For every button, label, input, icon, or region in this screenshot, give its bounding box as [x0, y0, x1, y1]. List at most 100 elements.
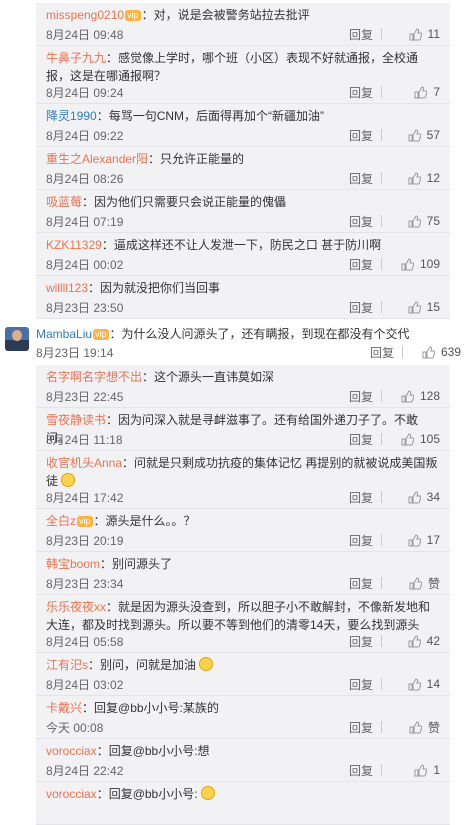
like-button[interactable]: 57: [392, 128, 440, 142]
reply-button[interactable]: 回复: [349, 532, 373, 549]
like-button[interactable]: 14: [392, 677, 440, 691]
reply-item: vorocciax：回复@bb小小号:: [36, 782, 450, 825]
reply-time: 8月24日 09:24: [46, 85, 124, 100]
reply-time: 8月24日 05:58: [46, 634, 124, 649]
avatar[interactable]: [5, 327, 29, 351]
reply-username[interactable]: 收官机头Anna: [46, 456, 122, 470]
like-count: 7: [433, 85, 440, 99]
reply-list-top: misspeng0210 vip ：对，说是会被警务站拉去批评 8月24日 09:48…: [36, 3, 450, 319]
reply-username[interactable]: 牛鼻子九九: [46, 51, 106, 65]
emoji-icon: [199, 657, 214, 671]
reply-item: 名字啊名字想不出：这个源头一直讳莫如深 8月23日 22:45 回复 128: [36, 365, 450, 408]
reply-username[interactable]: 雪夜静读书: [46, 413, 106, 427]
reply-time: 今天 00:08: [46, 720, 104, 735]
reply-button[interactable]: 回复: [349, 762, 373, 779]
reply-username[interactable]: 名字啊名字想不出: [46, 370, 142, 384]
reply-button[interactable]: 回复: [349, 431, 373, 448]
reply-button[interactable]: 回复: [349, 299, 373, 316]
thumbs-up-icon: [408, 300, 421, 313]
reply-button[interactable]: 回复: [349, 633, 373, 650]
like-button[interactable]: 75: [392, 214, 440, 228]
reply-button[interactable]: 回复: [349, 676, 373, 693]
like-button[interactable]: 34: [392, 490, 440, 504]
divider: [381, 433, 382, 445]
reply-text: ：只允许正能量的: [148, 152, 245, 166]
reply-text: ：回复@bb小小号:: [96, 787, 198, 801]
reply-item: 乐乐夜夜xx：就是因为源头没查到，所以胆子小不敢解封，不像新发地和大连，都及时找…: [36, 595, 450, 653]
like-button[interactable]: 15: [392, 300, 440, 314]
reply-username[interactable]: 江有汜s: [46, 658, 88, 672]
thumbs-up-icon: [422, 345, 435, 358]
like-button[interactable]: 11: [392, 27, 440, 41]
divider: [381, 577, 382, 589]
comment-text: ：为什么没人问源头了，还有瞒报，到现在都没有个交代: [109, 327, 410, 341]
like-count: 34: [426, 490, 440, 504]
divider: [381, 215, 382, 227]
like-button[interactable]: 42: [392, 634, 440, 648]
reply-username[interactable]: 全白z: [46, 514, 76, 528]
reply-username[interactable]: 韩宝boom: [46, 557, 100, 571]
divider: [381, 721, 382, 733]
reply-username[interactable]: misspeng0210: [46, 8, 124, 22]
reply-item: 江有汜s：别问，问就是加油 8月24日 03:02 回复 14: [36, 653, 450, 696]
vip-badge: vip: [125, 10, 141, 21]
reply-item: 降灵1990：每骂一句CNM，后面得再加个“新疆加油” 8月24日 09:22 回复…: [36, 104, 450, 147]
thumbs-up-icon: [409, 720, 422, 733]
thumbs-up-icon: [408, 171, 421, 184]
like-count: 105: [419, 432, 440, 446]
thumbs-up-icon: [408, 634, 421, 647]
reply-list-bottom: 名字啊名字想不出：这个源头一直讳莫如深 8月23日 22:45 回复 128 雪夜静读书…: [36, 365, 450, 825]
like-count: 15: [426, 300, 440, 314]
like-count: 128: [419, 389, 440, 403]
like-count: 12: [426, 171, 440, 185]
reply-text: ：别问源头了: [100, 557, 173, 571]
reply-time: 8月24日 17:42: [46, 490, 124, 505]
like-button[interactable]: 12: [392, 171, 440, 185]
like-button[interactable]: 赞: [392, 719, 440, 736]
reply-item: willll123：因为就没把你们当回事 8月23日 23:50 回复 15: [36, 276, 450, 319]
like-button[interactable]: 109: [392, 257, 440, 271]
reply-button[interactable]: 回复: [349, 388, 373, 405]
reply-time: 8月24日 22:42: [46, 763, 124, 778]
thumbs-up-icon: [408, 533, 421, 546]
reply-time: 8月24日 09:48: [46, 27, 124, 42]
reply-username[interactable]: 乐乐夜夜xx: [46, 600, 106, 614]
reply-button[interactable]: 回复: [349, 84, 373, 101]
reply-button[interactable]: 回复: [349, 26, 373, 43]
like-count: 57: [426, 128, 440, 142]
like-button[interactable]: 赞: [392, 575, 440, 592]
like-count: 639: [440, 345, 461, 359]
reply-username[interactable]: 重生之Alexander阳: [46, 152, 148, 166]
reply-username[interactable]: 吸蓝莓: [46, 195, 82, 209]
reply-button[interactable]: 回复: [349, 256, 373, 273]
comment-thread: misspeng0210 vip ：对，说是会被警务站拉去批评 8月24日 09:48…: [0, 0, 471, 825]
reply-button[interactable]: 回复: [349, 213, 373, 230]
emoji-icon: [200, 786, 215, 800]
like-button[interactable]: 128: [392, 389, 440, 403]
like-button[interactable]: 17: [392, 533, 440, 547]
like-button[interactable]: 639: [413, 345, 461, 359]
reply-time: 8月24日 11:18: [46, 432, 123, 447]
comment-username[interactable]: MambaLiu: [36, 327, 92, 341]
reply-username[interactable]: willll123: [46, 281, 88, 295]
like-button[interactable]: 105: [392, 432, 440, 446]
reply-username[interactable]: vorocciax: [46, 787, 97, 801]
reply-button[interactable]: 回复: [370, 344, 394, 361]
like-count: 75: [426, 214, 440, 228]
reply-username[interactable]: 卡戴兴: [46, 701, 82, 715]
reply-item: 韩宝boom：别问源头了 8月23日 23:34 回复 赞: [36, 552, 450, 595]
reply-button[interactable]: 回复: [349, 719, 373, 736]
reply-username[interactable]: vorocciax: [46, 744, 97, 758]
reply-button[interactable]: 回复: [349, 489, 373, 506]
reply-text: ：逼成这样还不让人发泄一下，防民之口 甚于防川啊: [101, 238, 382, 252]
reply-username[interactable]: KZK11329: [46, 238, 102, 252]
reply-username[interactable]: 降灵1990: [46, 109, 97, 123]
like-button[interactable]: 1: [392, 763, 440, 777]
reply-item: 收官机头Anna：问就是只剩成功抗疫的集体记忆 再提别的就被说成美国叛徒 8月2…: [36, 451, 450, 509]
vip-badge: vip: [93, 329, 109, 340]
reply-button[interactable]: 回复: [349, 575, 373, 592]
reply-button[interactable]: 回复: [349, 170, 373, 187]
reply-button[interactable]: 回复: [349, 127, 373, 144]
comment-time: 8月23日 19:14: [36, 345, 114, 360]
like-button[interactable]: 7: [392, 85, 440, 99]
